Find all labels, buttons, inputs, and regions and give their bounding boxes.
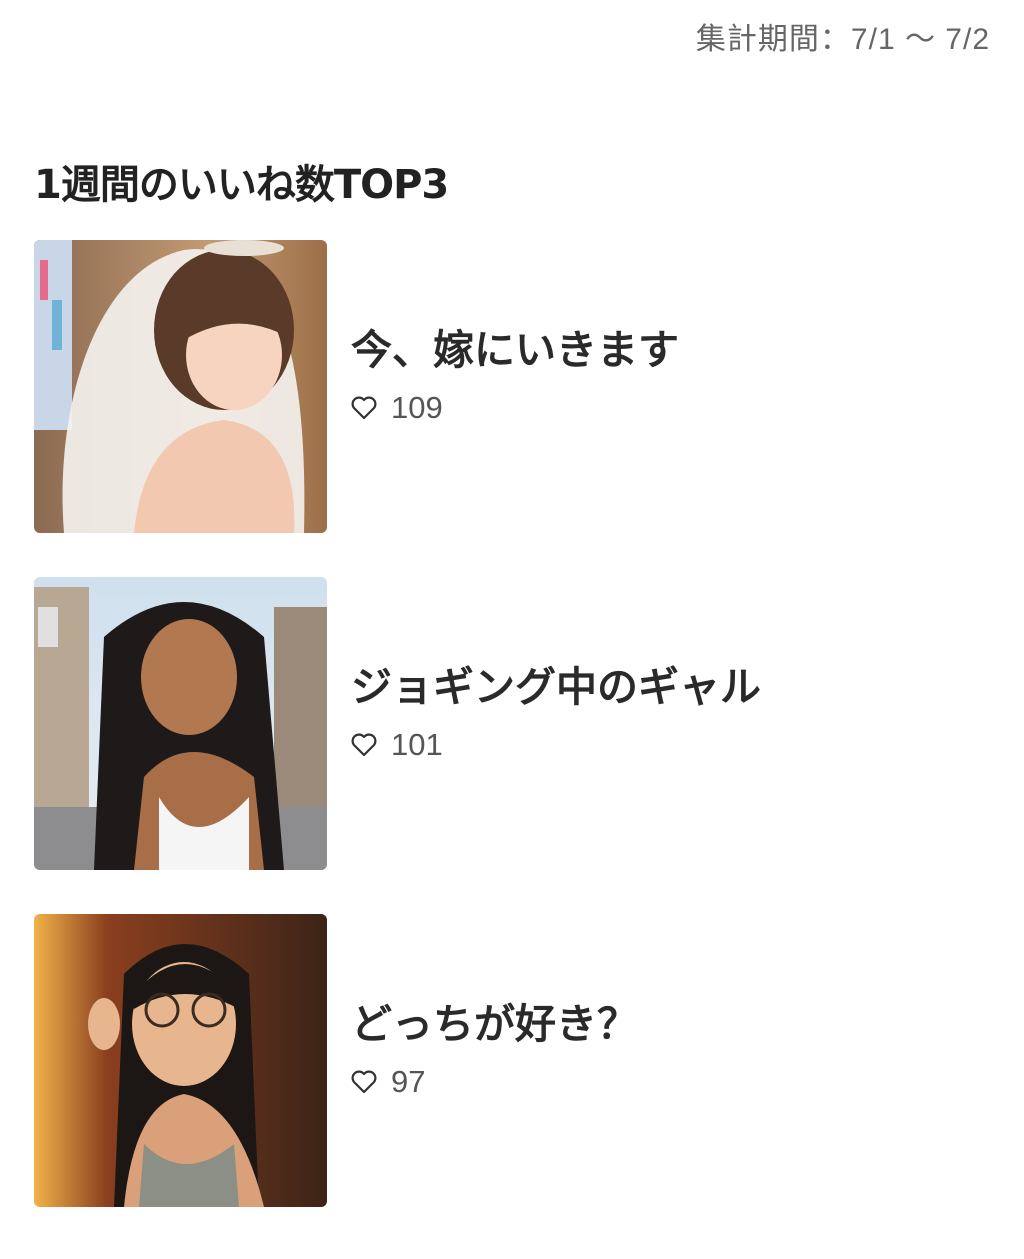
ranking-item[interactable]: どっちが好き？ 97 xyxy=(34,913,994,1207)
item-title[interactable]: 今、嫁にいきます xyxy=(351,326,679,375)
like-count: 97 xyxy=(351,1064,638,1100)
item-title[interactable]: どっちが好き？ xyxy=(351,1000,638,1049)
item-title[interactable]: ジョギング中のギャル xyxy=(351,663,761,712)
heart-outline-icon[interactable] xyxy=(351,1070,377,1094)
section-title: 1週間のいいね数TOP3 xyxy=(34,162,449,208)
ranking-item[interactable]: ジョギング中のギャル 101 xyxy=(34,576,994,870)
ranking-item[interactable]: 今、嫁にいきます 109 xyxy=(34,239,994,533)
thumbnail-image[interactable] xyxy=(34,913,327,1207)
like-count: 109 xyxy=(351,390,679,426)
heart-outline-icon[interactable] xyxy=(351,733,377,757)
like-count-value: 97 xyxy=(391,1063,426,1099)
period-label: 集計期間：7/1 〜 7/2 xyxy=(695,23,990,56)
like-count: 101 xyxy=(351,727,761,763)
like-count-value: 101 xyxy=(391,726,443,762)
thumbnail-image[interactable] xyxy=(34,239,327,533)
like-count-value: 109 xyxy=(391,389,443,425)
ranking-list: 今、嫁にいきます 109 ジョギング中のギャル 101 どっちが好き？ 97 xyxy=(34,239,994,1250)
heart-outline-icon[interactable] xyxy=(351,396,377,420)
thumbnail-image[interactable] xyxy=(34,576,327,870)
